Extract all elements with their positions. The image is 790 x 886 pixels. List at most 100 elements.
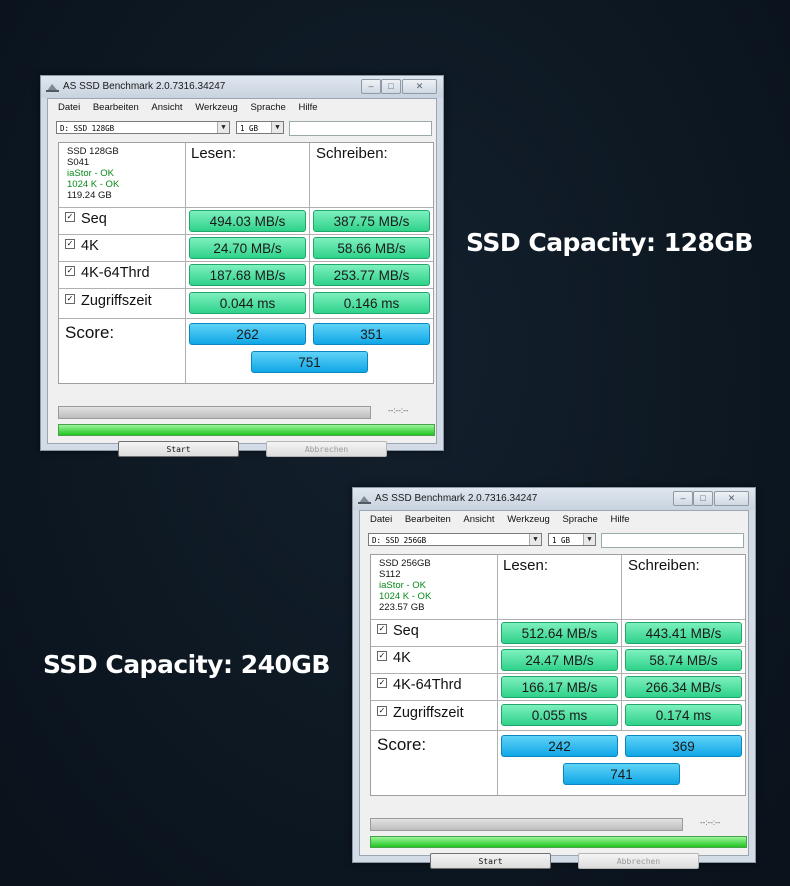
access-read-value: 0.044 ms bbox=[189, 292, 306, 314]
maximize-button[interactable]: □ bbox=[693, 491, 713, 506]
app-icon bbox=[46, 84, 59, 92]
menu-ansicht[interactable]: Ansicht bbox=[151, 100, 182, 116]
divider bbox=[371, 646, 745, 647]
close-button[interactable]: ✕ bbox=[714, 491, 749, 506]
drive-capacity: 119.24 GB bbox=[67, 190, 112, 201]
menu-sprache[interactable]: Sprache bbox=[250, 100, 285, 116]
checkbox[interactable]: ✓ bbox=[377, 678, 387, 689]
menu-sprache[interactable]: Sprache bbox=[562, 512, 597, 528]
checkbox[interactable]: ✓ bbox=[65, 266, 75, 277]
chevron-down-icon[interactable]: ▼ bbox=[529, 534, 541, 545]
divider bbox=[185, 143, 186, 383]
row-zugriffszeit[interactable]: ✓ Zugriffszeit bbox=[65, 293, 152, 309]
results-grid: SSD 256GB S112 iaStor - OK 1024 K - OK 2… bbox=[370, 554, 746, 796]
menu-bar: Datei Bearbeiten Ansicht Werkzeug Sprach… bbox=[48, 100, 318, 116]
menu-hilfe[interactable]: Hilfe bbox=[298, 100, 317, 116]
row-label: 4K bbox=[81, 238, 99, 254]
menu-hilfe[interactable]: Hilfe bbox=[610, 512, 629, 528]
divider bbox=[59, 234, 433, 235]
divider bbox=[371, 619, 745, 620]
close-button[interactable]: ✕ bbox=[402, 79, 437, 94]
benchmark-window-128: AS SSD Benchmark 2.0.7316.34247 – □ ✕ Da… bbox=[40, 75, 444, 457]
checkbox[interactable]: ✓ bbox=[65, 212, 75, 223]
progress-bar-full bbox=[370, 836, 747, 848]
size-dropdown[interactable]: 1 GB ▼ bbox=[548, 533, 596, 546]
row-4k-64thrd[interactable]: ✓ 4K-64Thrd bbox=[377, 677, 462, 693]
capacity-caption-128: SSD Capacity: 128GB bbox=[466, 228, 753, 257]
start-button[interactable]: Start bbox=[430, 853, 551, 869]
checkbox[interactable]: ✓ bbox=[65, 239, 75, 250]
divider bbox=[59, 288, 433, 289]
row-seq[interactable]: ✓ Seq bbox=[377, 623, 419, 639]
score-read: 242 bbox=[501, 735, 618, 757]
alignment-status: 1024 K - OK bbox=[67, 179, 120, 190]
access-write-value: 0.146 ms bbox=[313, 292, 430, 314]
4k64-write-value: 266.34 MB/s bbox=[625, 676, 742, 698]
chevron-down-icon[interactable]: ▼ bbox=[217, 122, 229, 133]
abort-button[interactable]: Abbrechen bbox=[266, 441, 387, 457]
size-dropdown[interactable]: 1 GB ▼ bbox=[236, 121, 284, 134]
column-header-read: Lesen: bbox=[191, 145, 237, 162]
drive-info: SSD 256GB S112 iaStor - OK 1024 K - OK 2… bbox=[379, 558, 431, 613]
menu-datei[interactable]: Datei bbox=[370, 512, 392, 528]
row-4k[interactable]: ✓ 4K bbox=[377, 650, 411, 666]
4k64-read-value: 166.17 MB/s bbox=[501, 676, 618, 698]
driver-status: iaStor - OK bbox=[67, 168, 114, 179]
menu-bearbeiten[interactable]: Bearbeiten bbox=[93, 100, 139, 116]
elapsed-time: --:--:-- bbox=[700, 818, 721, 827]
caption-prefix: SSD Capacity: bbox=[43, 650, 233, 679]
score-label: Score: bbox=[377, 735, 427, 754]
menu-ansicht[interactable]: Ansicht bbox=[463, 512, 494, 528]
results-grid: SSD 128GB S041 iaStor - OK 1024 K - OK 1… bbox=[58, 142, 434, 384]
menu-werkzeug[interactable]: Werkzeug bbox=[507, 512, 550, 528]
menu-werkzeug[interactable]: Werkzeug bbox=[195, 100, 238, 116]
blank-field bbox=[601, 533, 744, 548]
drive-dropdown[interactable]: D: SSD 128GB ▼ bbox=[56, 121, 230, 134]
window-title: AS SSD Benchmark 2.0.7316.34247 bbox=[375, 493, 538, 504]
checkbox[interactable]: ✓ bbox=[377, 624, 387, 635]
seq-write-value: 443.41 MB/s bbox=[625, 622, 742, 644]
menu-datei[interactable]: Datei bbox=[58, 100, 80, 116]
row-label: Seq bbox=[393, 623, 419, 639]
checkbox[interactable]: ✓ bbox=[65, 294, 75, 305]
size-value: 1 GB bbox=[552, 536, 571, 545]
row-4k[interactable]: ✓ 4K bbox=[65, 238, 99, 254]
column-header-write: Schreiben: bbox=[316, 145, 388, 162]
blank-field bbox=[289, 121, 432, 136]
column-header-write: Schreiben: bbox=[628, 557, 700, 574]
minimize-button[interactable]: – bbox=[361, 79, 381, 94]
menu-bar: Datei Bearbeiten Ansicht Werkzeug Sprach… bbox=[360, 512, 630, 528]
start-button[interactable]: Start bbox=[118, 441, 239, 457]
size-value: 1 GB bbox=[240, 124, 259, 133]
seq-read-value: 512.64 MB/s bbox=[501, 622, 618, 644]
elapsed-time: --:--:-- bbox=[388, 406, 409, 415]
4k-read-value: 24.70 MB/s bbox=[189, 237, 306, 259]
seq-write-value: 387.75 MB/s bbox=[313, 210, 430, 232]
checkbox[interactable]: ✓ bbox=[377, 706, 387, 717]
row-4k-64thrd[interactable]: ✓ 4K-64Thrd bbox=[65, 265, 150, 281]
row-seq[interactable]: ✓ Seq bbox=[65, 211, 107, 227]
drive-dropdown[interactable]: D: SSD 256GB ▼ bbox=[368, 533, 542, 546]
4k-write-value: 58.66 MB/s bbox=[313, 237, 430, 259]
column-header-read: Lesen: bbox=[503, 557, 549, 574]
title-bar[interactable]: AS SSD Benchmark 2.0.7316.34247 – □ ✕ bbox=[41, 76, 443, 98]
score-write: 351 bbox=[313, 323, 430, 345]
abort-button[interactable]: Abbrechen bbox=[578, 853, 699, 869]
checkbox[interactable]: ✓ bbox=[377, 651, 387, 662]
row-zugriffszeit[interactable]: ✓ Zugriffszeit bbox=[377, 705, 464, 721]
4k-read-value: 24.47 MB/s bbox=[501, 649, 618, 671]
drive-info: SSD 128GB S041 iaStor - OK 1024 K - OK 1… bbox=[67, 146, 119, 201]
title-bar[interactable]: AS SSD Benchmark 2.0.7316.34247 – □ ✕ bbox=[353, 488, 755, 510]
benchmark-window-256: AS SSD Benchmark 2.0.7316.34247 – □ ✕ Da… bbox=[352, 487, 756, 869]
score-total: 741 bbox=[563, 763, 680, 785]
menu-bearbeiten[interactable]: Bearbeiten bbox=[405, 512, 451, 528]
row-label: Zugriffszeit bbox=[393, 705, 464, 721]
seq-read-value: 494.03 MB/s bbox=[189, 210, 306, 232]
score-read: 262 bbox=[189, 323, 306, 345]
divider bbox=[371, 700, 745, 701]
chevron-down-icon[interactable]: ▼ bbox=[271, 122, 283, 133]
chevron-down-icon[interactable]: ▼ bbox=[583, 534, 595, 545]
minimize-button[interactable]: – bbox=[673, 491, 693, 506]
maximize-button[interactable]: □ bbox=[381, 79, 401, 94]
divider bbox=[59, 207, 433, 208]
